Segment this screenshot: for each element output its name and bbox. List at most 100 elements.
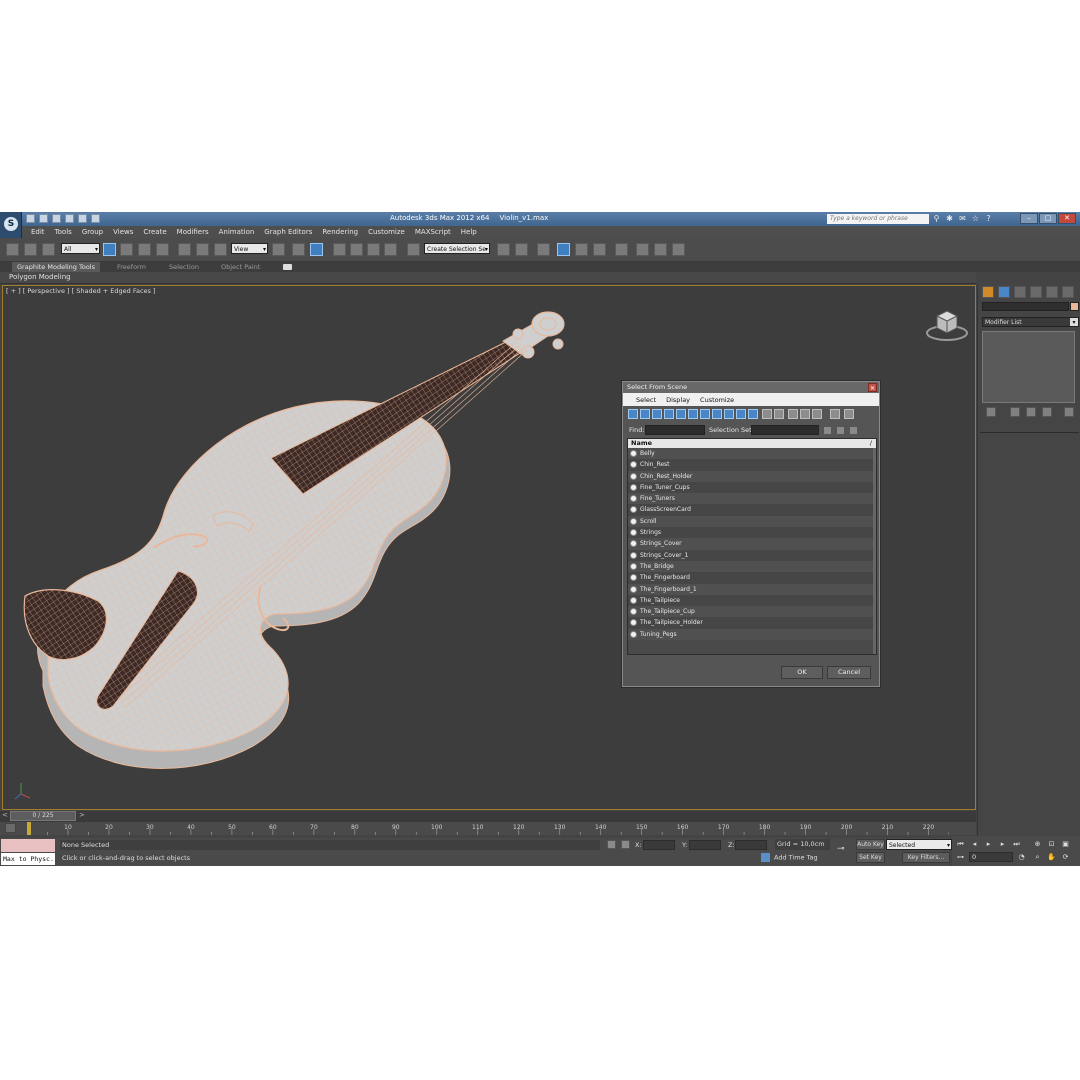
display-containers-icon[interactable] <box>736 409 746 419</box>
dialog-menu-customize[interactable]: Customize <box>700 396 734 404</box>
next-key-icon[interactable]: ▸ <box>997 839 1008 850</box>
list-item[interactable]: The_Tailpiece_Cup <box>628 606 876 618</box>
select-none-icon[interactable] <box>800 409 810 419</box>
list-item[interactable]: Fine_Tuner_Cups <box>628 481 876 494</box>
polygon-modeling-panel[interactable]: Polygon Modeling <box>9 273 71 281</box>
material-editor-icon[interactable] <box>615 243 628 256</box>
orbit-icon[interactable]: ⟳ <box>1060 852 1071 863</box>
mini-curve-editor-icon[interactable] <box>5 823 16 833</box>
favorites-icon[interactable]: ☆ <box>971 214 980 223</box>
pan-icon[interactable]: ✋ <box>1046 852 1057 863</box>
x-coordinate-field[interactable] <box>643 840 675 850</box>
ribbon-options-icon[interactable] <box>283 264 292 270</box>
display-cameras-icon[interactable] <box>664 409 674 419</box>
move-icon[interactable] <box>178 243 191 256</box>
current-frame-field[interactable]: 0 <box>969 852 1013 862</box>
list-item[interactable]: The_Tailpiece <box>628 594 876 607</box>
tab-freeform[interactable]: Freeform <box>112 262 151 272</box>
menu-tools[interactable]: Tools <box>55 228 72 236</box>
auto-key-button[interactable]: Auto Key <box>856 839 885 850</box>
previous-key-icon[interactable]: ◂ <box>969 839 980 850</box>
scene-object-list[interactable]: Name / Belly Chin_Rest Chin_Rest_Holder … <box>627 438 877 655</box>
hierarchy-tab-icon[interactable] <box>1014 286 1026 298</box>
angle-snap-icon[interactable] <box>350 243 363 256</box>
selection-filter-dropdown[interactable]: All <box>61 243 100 255</box>
help-icon[interactable]: ? <box>984 214 993 223</box>
select-by-name-icon[interactable] <box>120 243 133 256</box>
keyboard-shortcut-override-icon[interactable] <box>310 243 323 256</box>
configure-modifier-sets-icon[interactable] <box>1064 407 1074 417</box>
rotate-icon[interactable] <box>196 243 209 256</box>
dialog-menu-display[interactable]: Display <box>666 396 690 404</box>
menu-group[interactable]: Group <box>82 228 103 236</box>
minimize-button[interactable]: – <box>1020 213 1038 224</box>
next-frame-icon[interactable]: > <box>79 811 85 819</box>
snaps-toggle-icon[interactable] <box>333 243 346 256</box>
selection-lock-icon[interactable] <box>607 840 616 849</box>
show-end-result-icon[interactable] <box>1010 407 1020 417</box>
spinner-snap-icon[interactable] <box>384 243 397 256</box>
menu-views[interactable]: Views <box>113 228 133 236</box>
list-scrollbar[interactable] <box>873 448 876 654</box>
display-tab-icon[interactable] <box>1046 286 1058 298</box>
motion-tab-icon[interactable] <box>1030 286 1042 298</box>
maxscript-listener-input[interactable] <box>1 839 55 852</box>
maxscript-listener-output[interactable]: Max to Physc. <box>1 853 55 865</box>
list-item[interactable]: Strings_Cover <box>628 538 876 550</box>
menu-graph-editors[interactable]: Graph Editors <box>264 228 312 236</box>
list-item[interactable]: GlassScreenCard <box>628 504 876 516</box>
graphite-toggle-icon[interactable] <box>557 243 570 256</box>
open-file-icon[interactable] <box>39 214 48 223</box>
create-tab-icon[interactable] <box>982 286 994 298</box>
y-coordinate-field[interactable] <box>689 840 721 850</box>
remove-selection-set-icon[interactable] <box>849 426 858 435</box>
display-spacewarps-icon[interactable] <box>688 409 698 419</box>
name-column-header[interactable]: Name / <box>628 439 876 448</box>
key-mode-toggle-icon[interactable]: ⊶ <box>955 852 966 863</box>
align-icon[interactable] <box>515 243 528 256</box>
curve-editor-icon[interactable] <box>575 243 588 256</box>
select-object-icon[interactable] <box>103 243 116 256</box>
link-icon[interactable] <box>6 243 19 256</box>
current-frame-marker[interactable] <box>27 822 31 835</box>
project-folder-icon[interactable] <box>91 214 100 223</box>
filter-icon[interactable] <box>830 409 840 419</box>
select-all-icon[interactable] <box>788 409 798 419</box>
menu-modifiers[interactable]: Modifiers <box>177 228 209 236</box>
absolute-transform-icon[interactable] <box>621 840 630 849</box>
render-setup-icon[interactable] <box>636 243 649 256</box>
display-lights-icon[interactable] <box>652 409 662 419</box>
rectangular-selection-icon[interactable] <box>138 243 151 256</box>
layer-manager-icon[interactable] <box>537 243 550 256</box>
menu-create[interactable]: Create <box>143 228 166 236</box>
reference-coordinate-dropdown[interactable]: View <box>231 243 268 255</box>
edit-named-selection-icon[interactable] <box>407 243 420 256</box>
z-coordinate-field[interactable] <box>735 840 767 850</box>
tab-selection[interactable]: Selection <box>164 262 204 272</box>
dialog-title-bar[interactable]: Select From Scene ✕ <box>623 382 879 393</box>
named-selection-dropdown[interactable]: Create Selection Se <box>424 243 490 255</box>
ok-button[interactable]: OK <box>781 666 823 679</box>
list-item[interactable]: Strings_Cover_1 <box>628 549 876 561</box>
modifier-stack[interactable] <box>982 331 1075 403</box>
list-item[interactable]: Tuning_Pegs <box>628 628 876 641</box>
zoom-icon[interactable]: ⌕ <box>1032 852 1043 863</box>
remove-modifier-icon[interactable] <box>1042 407 1052 417</box>
cancel-button[interactable]: Cancel <box>827 666 871 679</box>
utilities-tab-icon[interactable] <box>1062 286 1074 298</box>
communication-icon[interactable]: ✉ <box>958 214 967 223</box>
display-geometry-icon[interactable] <box>628 409 638 419</box>
track-bar[interactable]: 10 20 30 40 50 60 70 80 90 100 110 120 130 140 150 160 1… <box>0 822 976 835</box>
percent-snap-icon[interactable] <box>367 243 380 256</box>
unlink-icon[interactable] <box>24 243 37 256</box>
display-none-icon[interactable] <box>774 409 784 419</box>
list-item[interactable]: The_Fingerboard_1 <box>628 583 876 595</box>
menu-maxscript[interactable]: MAXScript <box>415 228 451 236</box>
modify-tab-icon[interactable] <box>998 286 1010 298</box>
modifier-list-dropdown[interactable]: Modifier List <box>982 317 1079 327</box>
bind-space-warp-icon[interactable] <box>42 243 55 256</box>
display-all-icon[interactable] <box>762 409 772 419</box>
sync-selection-icon[interactable] <box>844 409 854 419</box>
display-frozen-icon[interactable] <box>748 409 758 419</box>
list-item[interactable]: Chin_Rest_Holder <box>628 470 876 482</box>
